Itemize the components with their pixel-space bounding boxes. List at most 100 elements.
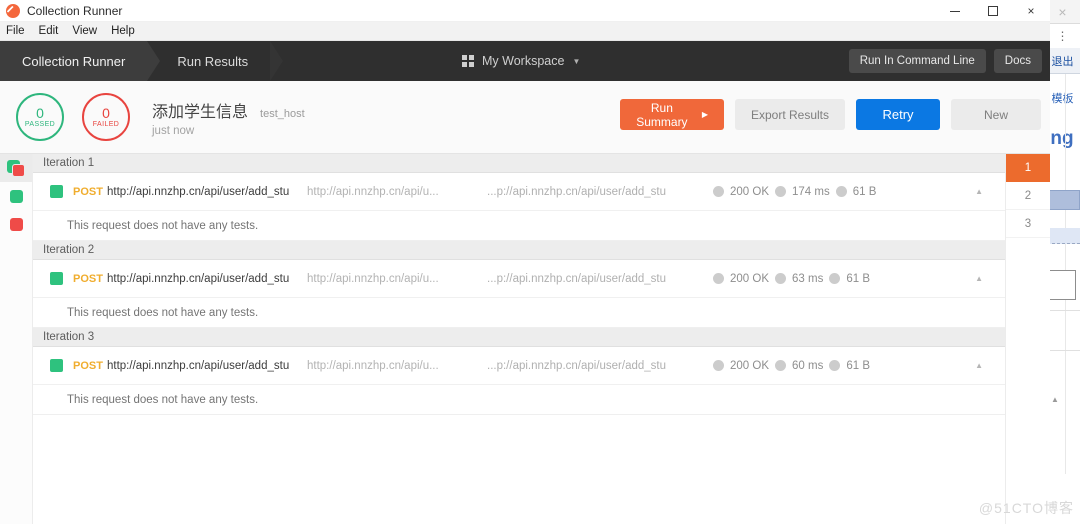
- run-title-row: 添加学生信息 test_host: [152, 98, 305, 122]
- status-dot-icon: [713, 273, 724, 284]
- workspace-label: My Workspace: [482, 54, 565, 68]
- results-list: Iteration 1 POST http://api.nnzhp.cn/api…: [33, 154, 1005, 524]
- background-close-icon[interactable]: ×: [1058, 5, 1066, 19]
- request-row[interactable]: POST http://api.nnzhp.cn/api/user/add_st…: [33, 173, 1005, 211]
- tab-run-results-label: Run Results: [177, 53, 249, 69]
- export-results-button[interactable]: Export Results: [734, 99, 845, 130]
- request-name: http://api.nnzhp.cn/api/user/add_stu: [107, 272, 290, 285]
- background-row-divider: [1045, 310, 1080, 311]
- failed-count: 0: [102, 105, 110, 121]
- stat-status: 200 OK: [713, 273, 769, 285]
- stat-size: 61 B: [829, 360, 870, 372]
- passed-results-icon: [9, 189, 23, 203]
- request-url: http://api.nnzhp.cn/api/u...: [307, 272, 439, 285]
- run-summary-bar: 0 PASSED 0 FAILED 添加学生信息 test_host just …: [0, 81, 1050, 154]
- request-url: http://api.nnzhp.cn/api/u...: [307, 359, 439, 372]
- status-dot-icon: [713, 186, 724, 197]
- maximize-icon[interactable]: [974, 0, 1012, 22]
- background-kebab-icon[interactable]: ⋮: [1057, 30, 1069, 42]
- background-label-a: 模板: [1051, 93, 1074, 105]
- request-method: POST: [73, 359, 103, 372]
- background-selected-cell: [1047, 190, 1080, 210]
- retry-button[interactable]: Retry: [856, 99, 940, 130]
- tab-collection-runner[interactable]: Collection Runner: [0, 41, 161, 81]
- iteration-header: Iteration 3: [33, 328, 1005, 347]
- failed-label: FAILED: [92, 121, 120, 128]
- background-dashed-cell: [1047, 228, 1080, 244]
- filter-passed-button[interactable]: [0, 182, 32, 210]
- request-stats: 200 OK 63 ms 61 B: [713, 273, 870, 285]
- close-icon[interactable]: ×: [1012, 0, 1050, 22]
- docs-button[interactable]: Docs: [993, 49, 1042, 73]
- chevron-down-icon: ▼: [572, 56, 581, 66]
- all-results-icon: [7, 160, 25, 177]
- background-titlebar: ×: [1045, 0, 1080, 24]
- menubar: File Edit View Help: [0, 22, 1050, 41]
- request-method: POST: [73, 272, 103, 285]
- chevron-up-icon[interactable]: ▲: [975, 187, 983, 196]
- menu-item-help[interactable]: Help: [111, 25, 135, 37]
- menu-item-view[interactable]: View: [72, 25, 97, 37]
- navbar-actions: Run In Command Line Docs: [848, 41, 1042, 81]
- request-full-url: ...p://api.nnzhp.cn/api/user/add_stu: [487, 272, 667, 285]
- play-arrow-icon: ▶: [701, 110, 708, 119]
- window-controls: ×: [936, 0, 1050, 22]
- iteration-header: Iteration 1: [33, 154, 1005, 173]
- time-dot-icon: [775, 186, 786, 197]
- menu-item-file[interactable]: File: [6, 25, 25, 37]
- request-row[interactable]: POST http://api.nnzhp.cn/api/user/add_st…: [33, 347, 1005, 385]
- iteration-pager: 1 2 3: [1005, 154, 1050, 524]
- pager-item-3[interactable]: 3: [1006, 210, 1050, 238]
- time-dot-icon: [775, 273, 786, 284]
- request-name: http://api.nnzhp.cn/api/user/add_stu: [107, 359, 290, 372]
- stat-size: 61 B: [829, 273, 870, 285]
- test-message: This request does not have any tests.: [33, 385, 1005, 415]
- response-time: 63 ms: [792, 272, 824, 285]
- response-status: 200 OK: [730, 272, 769, 285]
- pager-item-2[interactable]: 2: [1006, 182, 1050, 210]
- run-summary-button[interactable]: Run Summary ▶: [619, 99, 724, 130]
- request-url: http://api.nnzhp.cn/api/u...: [307, 185, 439, 198]
- filter-all-button[interactable]: [0, 154, 32, 182]
- failed-counter: 0 FAILED: [82, 93, 130, 141]
- stat-time: 63 ms: [775, 273, 823, 285]
- background-scroll-up-icon[interactable]: ▲: [1048, 395, 1062, 409]
- size-dot-icon: [829, 360, 841, 371]
- request-full-url: ...p://api.nnzhp.cn/api/user/add_stu: [487, 185, 667, 198]
- background-strip-label: 退出: [1045, 48, 1080, 74]
- passed-counter: 0 PASSED: [16, 93, 64, 141]
- screen-root: × ⋮ 退出 模板 ng ▲ Collection Runner × File …: [0, 0, 1080, 524]
- chevron-up-icon[interactable]: ▲: [975, 274, 983, 283]
- background-box-cell: [1048, 270, 1076, 300]
- request-row[interactable]: POST http://api.nnzhp.cn/api/user/add_st…: [33, 260, 1005, 298]
- pager-item-1[interactable]: 1: [1006, 154, 1050, 182]
- stat-status: 200 OK: [713, 360, 769, 372]
- size-dot-icon: [829, 273, 841, 284]
- summary-actions: Run Summary ▶ Export Results Retry New: [619, 99, 1041, 130]
- filter-failed-button[interactable]: [0, 210, 32, 238]
- workspace-selector[interactable]: My Workspace ▼: [462, 41, 580, 81]
- iteration-header: Iteration 2: [33, 241, 1005, 260]
- size-dot-icon: [835, 186, 847, 197]
- response-time: 174 ms: [792, 185, 830, 198]
- stat-time: 60 ms: [775, 360, 823, 372]
- status-dot-icon: [713, 360, 724, 371]
- navbar: Collection Runner Run Results My Workspa…: [0, 41, 1050, 81]
- request-method: POST: [73, 185, 103, 198]
- run-summary-label: Run Summary: [636, 100, 688, 129]
- menu-item-edit[interactable]: Edit: [39, 25, 59, 37]
- response-status: 200 OK: [730, 359, 769, 372]
- background-row-divider: [1045, 350, 1080, 351]
- filter-rail: [0, 154, 33, 524]
- tab-collection-runner-label: Collection Runner: [22, 53, 126, 69]
- request-name: http://api.nnzhp.cn/api/user/add_stu: [107, 185, 290, 198]
- request-stats: 200 OK 60 ms 61 B: [713, 360, 870, 372]
- new-run-button[interactable]: New: [951, 99, 1041, 130]
- tab-run-results[interactable]: Run Results: [147, 41, 283, 81]
- stat-time: 174 ms: [775, 186, 830, 198]
- chevron-up-icon[interactable]: ▲: [975, 361, 983, 370]
- run-in-command-line-button[interactable]: Run In Command Line: [848, 49, 986, 73]
- minimize-icon[interactable]: [936, 0, 974, 22]
- passed-count: 0: [36, 105, 44, 121]
- run-collection-title: 添加学生信息: [152, 103, 249, 121]
